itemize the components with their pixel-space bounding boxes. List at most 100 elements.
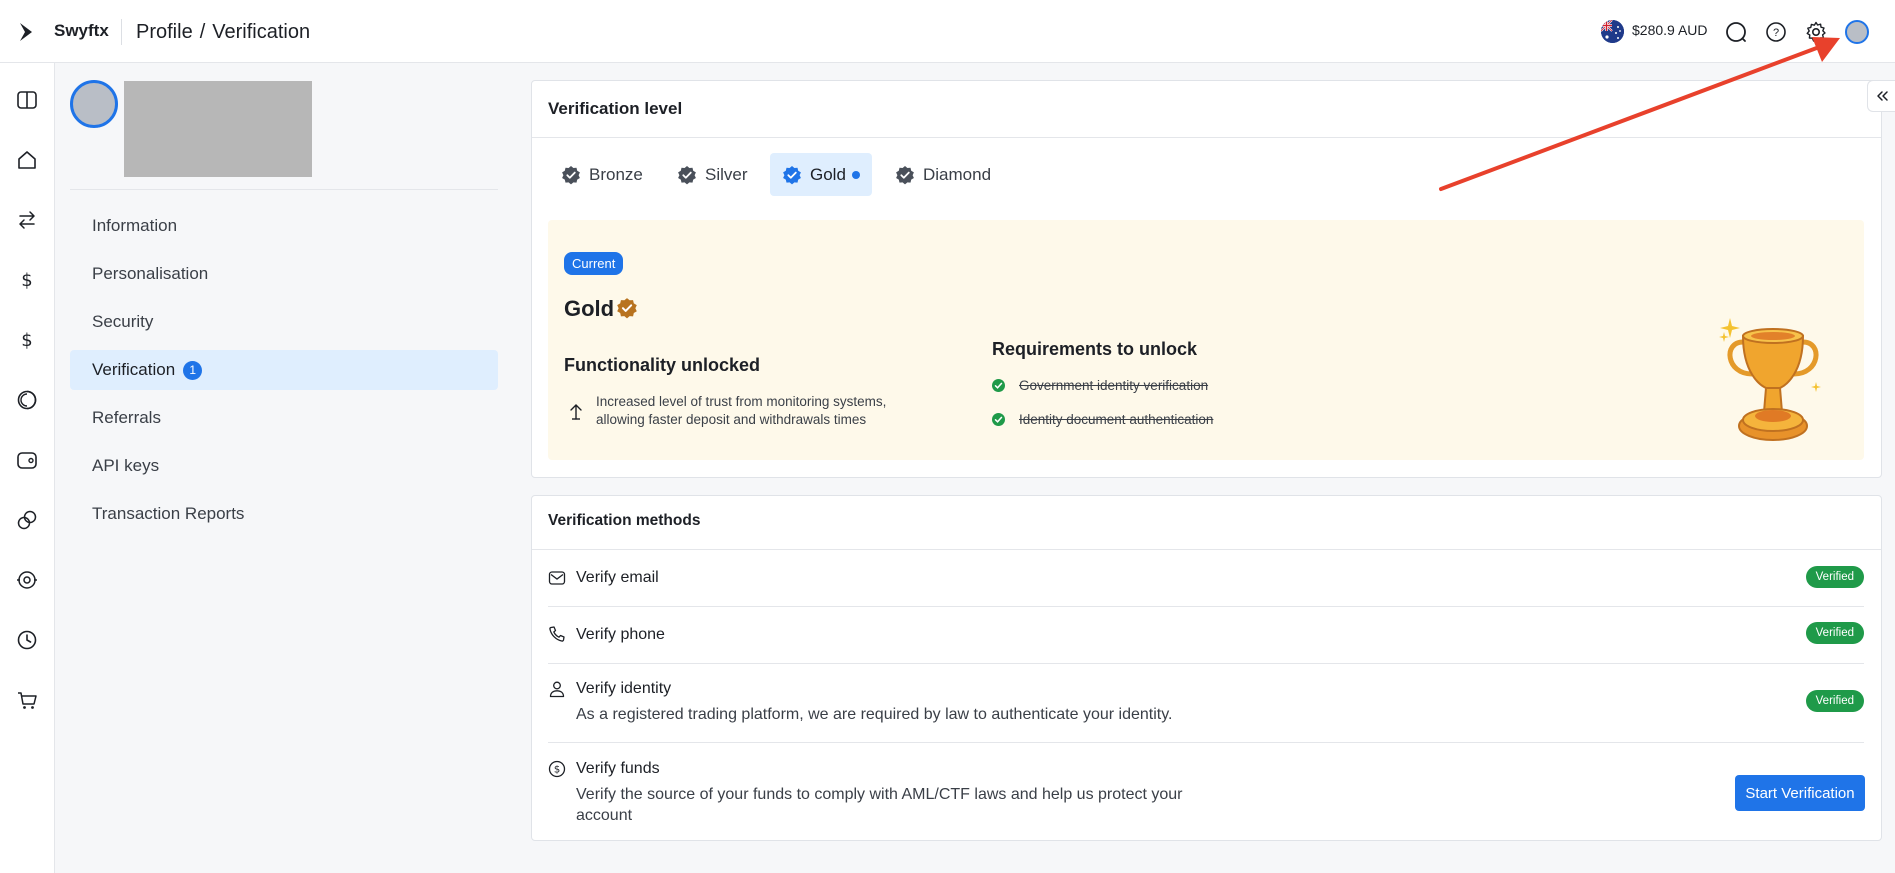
person-icon <box>548 680 566 698</box>
method-description-line-1: Verify the source of your funds to compl… <box>576 786 1183 803</box>
tier-label: Bronze <box>589 164 643 184</box>
notification-badge: 1 <box>183 360 203 380</box>
current-level-label: Gold <box>564 296 615 321</box>
check-icon <box>992 413 1005 426</box>
verified-badge: Verified <box>1805 690 1864 712</box>
svg-text:?: ? <box>1773 27 1779 39</box>
tier-label: Diamond <box>923 164 992 184</box>
svg-text:$: $ <box>21 270 32 291</box>
current-pill: Current <box>564 252 624 275</box>
sidebar-item-personalisation[interactable]: Personalisation <box>70 254 498 294</box>
tier-tab-diamond[interactable]: Diamond <box>883 153 1003 196</box>
sidebar-item-api-keys[interactable]: API keys <box>70 446 498 486</box>
sidebar-item-referrals[interactable]: Referrals <box>70 398 498 438</box>
tier-label: Gold <box>810 164 846 184</box>
sidebar-item-label: Referrals <box>92 408 161 427</box>
navigation-rail: $ $ <box>0 63 55 873</box>
trophy-illustration-icon <box>1718 308 1828 454</box>
sidebar-item-information[interactable]: Information <box>70 206 498 246</box>
verified-badge: Verified <box>1805 622 1864 644</box>
row-divider <box>548 663 1864 664</box>
coins-icon[interactable] <box>14 507 40 533</box>
breadcrumb-profile[interactable]: Profile <box>136 21 193 43</box>
method-row-phone: Verify phone Verified <box>548 617 1864 662</box>
tier-tab-silver[interactable]: Silver <box>665 153 760 196</box>
portfolio-icon[interactable] <box>14 387 40 413</box>
phone-icon <box>548 625 566 643</box>
verification-methods-title: Verification methods <box>548 512 701 529</box>
mail-icon <box>548 569 566 587</box>
requirement-label: Identity document authentication <box>1019 412 1214 427</box>
current-level-title: Gold <box>564 296 614 322</box>
start-verification-button[interactable]: Start Verification <box>1735 775 1865 811</box>
method-row-identity: Verify identity As a registered trading … <box>548 672 1864 737</box>
card-divider <box>532 549 1881 550</box>
profile-avatar[interactable] <box>70 80 118 128</box>
history-clock-icon[interactable] <box>14 627 40 653</box>
sidebar-item-label: API keys <box>92 456 160 475</box>
functionality-text-line-2: allowing faster deposit and withdrawals … <box>596 412 867 427</box>
requirement-item: Identity document authentication <box>992 412 1213 427</box>
card-divider <box>532 137 1881 138</box>
dollar-icon[interactable]: $ <box>14 267 40 293</box>
verified-badge-icon <box>783 165 801 184</box>
layout-toggle-icon[interactable] <box>14 87 40 113</box>
sidebar-item-verification[interactable]: Verification 1 <box>70 350 498 390</box>
sidebar-item-security[interactable]: Security <box>70 302 498 342</box>
row-divider <box>548 606 1864 607</box>
row-divider <box>548 742 1864 743</box>
brand-divider <box>121 19 122 45</box>
functionality-title: Functionality unlocked <box>564 355 761 375</box>
search-icon[interactable] <box>1724 20 1748 44</box>
sidebar-item-label: Security <box>92 312 154 331</box>
method-label: Verify email <box>576 569 659 586</box>
verified-badge-icon <box>896 165 914 184</box>
collapse-panel-button[interactable] <box>1867 80 1895 112</box>
svg-text:$: $ <box>554 765 560 776</box>
sidebar-item-transaction-reports[interactable]: Transaction Reports <box>70 494 498 534</box>
check-icon <box>992 379 1005 392</box>
home-icon[interactable] <box>14 147 40 173</box>
breadcrumb-separator: / <box>199 21 206 43</box>
verified-badge: Verified <box>1805 566 1864 588</box>
sidebar-item-label: Personalisation <box>92 264 209 283</box>
breadcrumb: Profile / Verification <box>136 21 310 44</box>
gold-badge-icon <box>616 297 638 319</box>
wallet-icon[interactable] <box>14 447 40 473</box>
verified-badge-icon <box>678 165 696 184</box>
double-chevron-left-icon <box>1876 91 1888 101</box>
tier-tab-bronze[interactable]: Bronze <box>549 153 655 196</box>
method-label: Verify funds <box>576 760 660 777</box>
user-avatar[interactable] <box>1845 20 1869 44</box>
breadcrumb-current: Verification <box>212 21 311 43</box>
functionality-text-line-1: Increased level of trust from monitoring… <box>596 394 887 409</box>
australia-flag-icon[interactable] <box>1601 20 1624 43</box>
swap-icon[interactable] <box>14 207 40 233</box>
sidebar-divider <box>70 189 498 190</box>
brand-name[interactable]: Swyftx <box>54 21 109 41</box>
tier-tab-gold[interactable]: Gold <box>770 153 872 196</box>
tier-label: Silver <box>705 164 748 184</box>
sidebar-item-label: Transaction Reports <box>92 504 245 523</box>
profile-name-redacted <box>124 81 312 177</box>
method-row-funds: $ Verify funds Verify the source of your… <box>548 752 1864 832</box>
requirement-item: Government identity verification <box>992 378 1208 393</box>
account-balance[interactable]: $280.9 AUD <box>1632 22 1708 38</box>
method-description: As a registered trading platform, we are… <box>576 706 1173 723</box>
method-description-line-2: account <box>576 807 633 824</box>
earn-icon[interactable] <box>14 567 40 593</box>
method-label: Verify identity <box>576 680 672 697</box>
swyftx-logo-icon[interactable] <box>17 21 35 43</box>
verification-level-title: Verification level <box>548 99 683 118</box>
settings-gear-icon[interactable] <box>1804 20 1828 44</box>
help-icon[interactable]: ? <box>1764 20 1788 44</box>
requirement-label: Government identity verification <box>1019 378 1209 393</box>
verified-badge-icon <box>562 165 580 184</box>
method-label: Verify phone <box>576 626 665 643</box>
withdraw-dollar-icon[interactable]: $ <box>14 327 40 353</box>
svg-text:$: $ <box>21 330 32 351</box>
sidebar-item-label: Information <box>92 216 178 235</box>
method-row-email: Verify email Verified <box>548 560 1864 605</box>
cart-icon[interactable] <box>14 687 40 713</box>
arrow-up-icon <box>568 403 584 421</box>
